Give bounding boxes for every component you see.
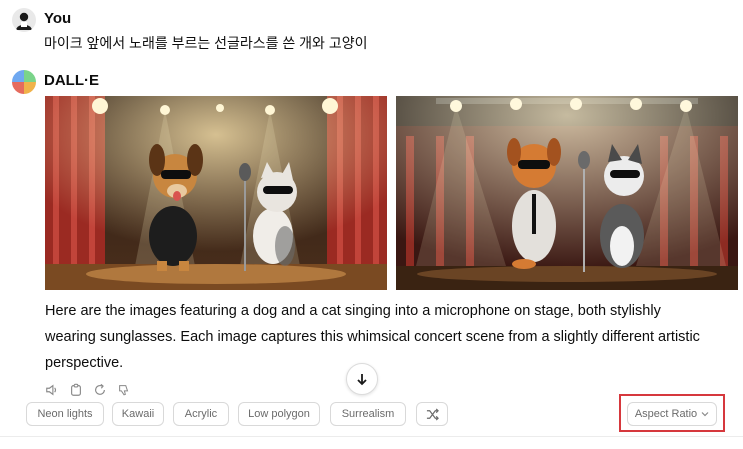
user-avatar — [12, 8, 36, 32]
chip-acrylic[interactable]: Acrylic — [173, 402, 229, 426]
generated-image-2[interactable] — [396, 96, 738, 290]
reply-line-2: wearing sunglasses. Each image captures … — [45, 329, 700, 345]
regenerate-icon[interactable] — [93, 383, 107, 397]
reply-line-1: Here are the images featuring a dog and … — [45, 303, 661, 319]
generated-images — [45, 96, 738, 290]
chip-low-polygon[interactable]: Low polygon — [238, 402, 320, 426]
scroll-down-button[interactable] — [346, 363, 378, 395]
assistant-reply: Here are the images featuring a dog and … — [45, 298, 735, 376]
chip-surrealism[interactable]: Surrealism — [330, 402, 406, 426]
chip-kawaii[interactable]: Kawaii — [112, 402, 164, 426]
assistant-name: DALL·E — [44, 72, 99, 89]
chip-neon-lights[interactable]: Neon lights — [26, 402, 104, 426]
shuffle-button[interactable] — [416, 402, 448, 426]
aspect-ratio-label: Aspect Ratio — [634, 408, 698, 420]
reply-line-3: perspective. — [45, 355, 124, 371]
arrow-down-icon — [357, 374, 367, 386]
person-icon — [16, 12, 32, 30]
copy-icon[interactable] — [69, 383, 83, 397]
message-actions — [45, 383, 131, 399]
shuffle-icon — [426, 408, 439, 420]
bottom-divider — [0, 436, 743, 437]
thumbs-down-icon[interactable] — [117, 383, 131, 397]
assistant-header: DALL·E — [12, 70, 731, 96]
generated-image-dog-cat-stage-1 — [45, 96, 387, 290]
chevron-down-icon — [701, 412, 709, 417]
generated-image-dog-cat-stage-2 — [396, 96, 738, 290]
generated-image-1[interactable] — [45, 96, 387, 290]
user-message: You 마이크 앞에서 노래를 부르는 선글라스를 쓴 개와 고양이 — [12, 8, 731, 56]
user-name: You — [44, 10, 72, 27]
dalle-avatar — [12, 70, 36, 94]
user-prompt-text: 마이크 앞에서 노래를 부르는 선글라스를 쓴 개와 고양이 — [44, 35, 368, 51]
aspect-ratio-button[interactable]: Aspect Ratio — [627, 402, 717, 426]
speaker-icon[interactable] — [45, 383, 59, 397]
